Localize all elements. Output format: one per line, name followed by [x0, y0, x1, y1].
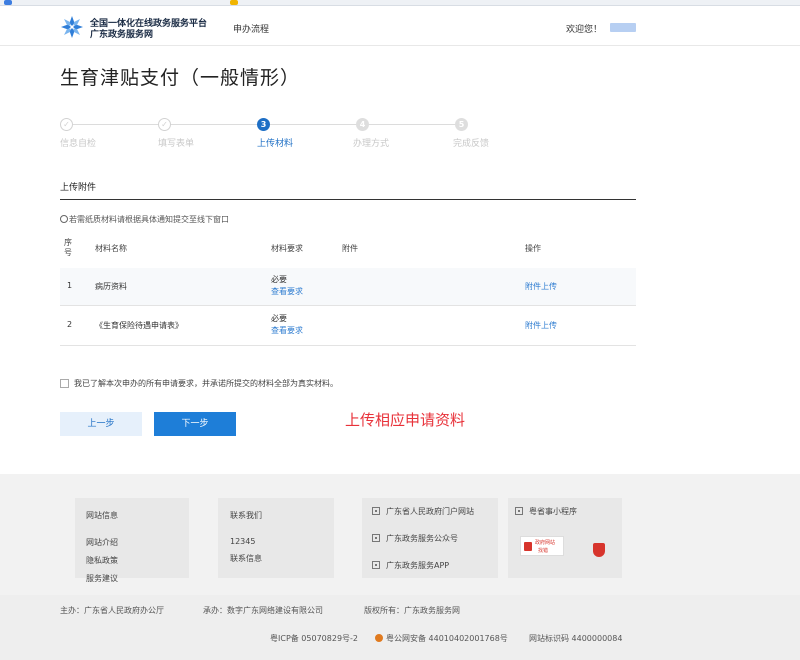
col-header-name: 材料名称: [95, 244, 127, 253]
tab-favicon: [230, 0, 238, 5]
footer-link-app-text: 广东政务服务APP: [386, 561, 450, 570]
section-divider: [60, 199, 636, 200]
footer-police-record[interactable]: 粤公网安备 44010402001768号: [386, 633, 508, 644]
site-header: 全国一体化在线政务服务平台 广东政务服务网 申办流程 欢迎您！: [0, 6, 800, 46]
qr-code-icon: [372, 561, 380, 569]
row-requirement: 必要: [271, 314, 287, 323]
annotation-text: 上传相应申请资料: [345, 411, 466, 429]
gov-site-error-badge[interactable]: 政府网站 找错: [520, 536, 564, 556]
footer-link-about[interactable]: 网站介绍: [86, 537, 118, 548]
footer-sponsor: 主办：广东省人民政府办公厅: [60, 606, 164, 615]
row-divider: [60, 305, 636, 306]
step-5-label: 完成反馈: [453, 139, 490, 149]
footer-link-mini-program[interactable]: 粤省事小程序: [515, 506, 577, 517]
row-seq: 2: [67, 320, 73, 329]
footer-mini-program-text: 粤省事小程序: [529, 507, 577, 516]
footer-copyright: 版权所有：广东政务服务网: [364, 606, 460, 615]
footer-link-contact-info[interactable]: 联系信息: [230, 553, 262, 564]
step-5-number: 5: [455, 118, 468, 131]
footer-link-privacy[interactable]: 隐私政策: [86, 555, 118, 566]
qr-code-icon: [372, 507, 380, 515]
step-3-number: 3: [257, 118, 270, 131]
party-emblem-icon[interactable]: [593, 543, 605, 557]
footer-icp[interactable]: 粤ICP备 05070829号-2: [270, 633, 358, 644]
nav-apply-flow[interactable]: 申办流程: [233, 22, 269, 35]
table-row: 2 《生育保险待遇申请表》 必要 查看要求 附件上传: [60, 307, 636, 344]
row-seq: 1: [67, 281, 73, 290]
col-header-seq: 序号: [64, 238, 72, 257]
footer-builder: 承办：数字广东网络建设有限公司: [203, 606, 323, 615]
welcome-text: 欢迎您！: [566, 25, 603, 35]
row-requirement: 必要: [271, 275, 287, 284]
footer-link-feedback[interactable]: 服务建议: [86, 573, 118, 584]
upload-attachment-link[interactable]: 附件上传: [525, 320, 557, 331]
qr-code-icon: [515, 507, 523, 515]
row-divider: [60, 345, 636, 346]
agree-checkbox[interactable]: [60, 379, 69, 388]
col-header-action: 操作: [525, 244, 541, 253]
footer-contact-title: 联系我们: [230, 511, 262, 520]
location-pin-icon: [60, 215, 68, 223]
next-step-button[interactable]: 下一步: [154, 412, 236, 436]
row-material-name: 病历资料: [95, 282, 127, 291]
site-name: 广东政务服务网: [90, 30, 154, 40]
step-4-number: 4: [356, 118, 369, 131]
previous-step-button[interactable]: 上一步: [60, 412, 142, 436]
view-requirement-link[interactable]: 查看要求: [271, 325, 303, 336]
agreement: 我已了解本次申办的所有申请要求，并承诺所提交的材料全部为真实材料。: [60, 378, 338, 389]
tab-favicon: [4, 0, 12, 5]
col-header-attachment: 附件: [342, 244, 358, 253]
agreement-text: 我已了解本次申办的所有申请要求，并承诺所提交的材料全部为真实材料。: [74, 379, 338, 388]
police-badge-icon: [375, 634, 383, 642]
footer-link-app[interactable]: 广东政务服务APP: [372, 560, 449, 571]
gov-badge-text: 政府网站: [535, 540, 556, 546]
footer-site-info-title: 网站信息: [86, 511, 118, 520]
step-4-label: 办理方式: [353, 139, 390, 149]
qr-code-icon: [372, 534, 380, 542]
notice: 若需纸质材料请根据具体通知提交至线下窗口: [60, 214, 229, 225]
row-material-name: 《生育保险待遇申请表》: [95, 321, 183, 330]
footer-link-portal[interactable]: 广东省人民政府门户网站: [372, 506, 474, 517]
gov-badge-icon: [524, 542, 532, 551]
footer-link-official-account[interactable]: 广东政务服务公众号: [372, 533, 458, 544]
view-requirement-link[interactable]: 查看要求: [271, 286, 303, 297]
step-2-check-icon: ✓: [158, 118, 171, 131]
section-title: 上传附件: [60, 183, 97, 193]
upload-attachment-link[interactable]: 附件上传: [525, 281, 557, 292]
step-1-label: 信息自检: [60, 139, 97, 149]
footer-link-portal-text: 广东省人民政府门户网站: [386, 507, 474, 516]
table-row: 1 病历资料 必要 查看要求 附件上传: [60, 268, 636, 305]
footer-link-official-account-text: 广东政务服务公众号: [386, 534, 458, 543]
col-header-requirement: 材料要求: [271, 244, 303, 253]
footer-hotline: 12345: [230, 537, 256, 546]
step-2-label: 填写表单: [158, 139, 195, 149]
notice-text: 若需纸质材料请根据具体通知提交至线下窗口: [69, 215, 229, 224]
site-logo-icon[interactable]: [60, 15, 84, 39]
gov-badge-text-2: 找错: [538, 548, 549, 554]
user-name-masked[interactable]: [610, 23, 636, 32]
footer-site-code: 网站标识码 4400000084: [529, 634, 623, 643]
step-3-label: 上传材料: [257, 139, 294, 149]
page-title: 生育津贴支付（一般情形）: [60, 67, 301, 89]
step-1-check-icon: ✓: [60, 118, 73, 131]
